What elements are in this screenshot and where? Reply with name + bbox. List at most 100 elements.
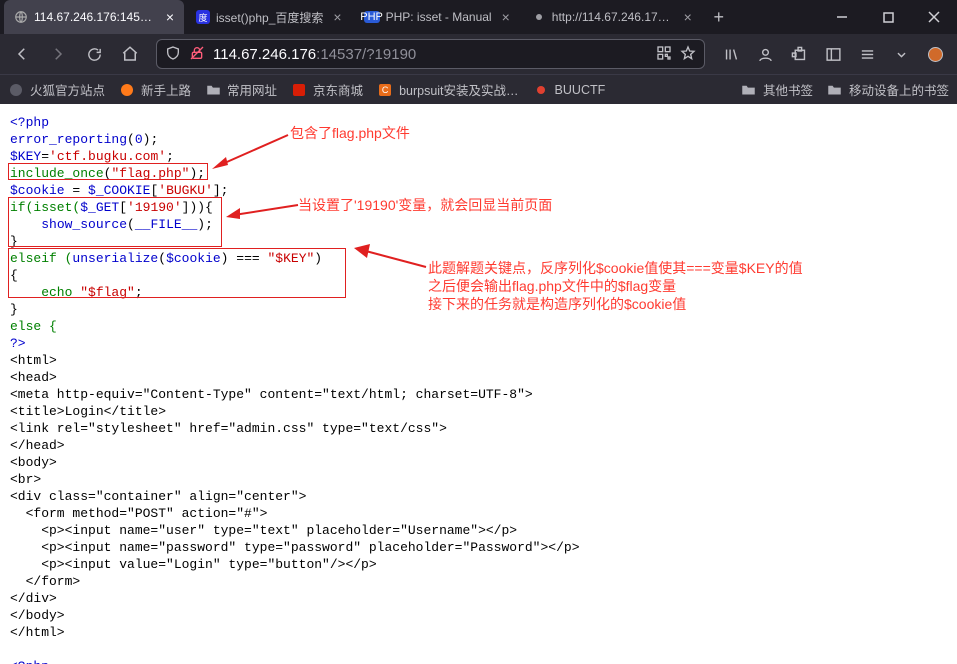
code-line: [10, 641, 951, 658]
code-include: include_once("flag.php");: [10, 165, 951, 182]
menu-icon[interactable]: [851, 38, 883, 70]
firefox-color-icon: [119, 82, 135, 98]
code-line: ?>: [10, 335, 951, 352]
bookmark-label: 火狐官方站点: [30, 80, 105, 99]
globe-icon: [14, 10, 28, 24]
code-line: </div>: [10, 590, 951, 607]
code-line: <link rel="stylesheet" href="admin.css" …: [10, 420, 951, 437]
close-icon[interactable]: ×: [166, 9, 174, 25]
bookmark-item[interactable]: 火狐官方站点: [8, 80, 105, 99]
close-window-button[interactable]: [911, 0, 957, 34]
lock-insecure-icon[interactable]: [189, 45, 205, 64]
bookmark-label: 常用网址: [227, 80, 277, 99]
bookmark-label: BUUCTF: [555, 83, 606, 97]
code-line: error_reporting(0);: [10, 131, 951, 148]
annotation-3-line1: 此题解题关键点，反序列化$cookie值使其===变量$KEY的值: [428, 259, 803, 277]
c-icon: C: [377, 82, 393, 98]
new-tab-button[interactable]: +: [704, 0, 734, 34]
tab-label: http://114.67.246.176:14…: [552, 10, 674, 24]
sidebar-icon[interactable]: [817, 38, 849, 70]
tab-label: isset()php_百度搜索: [216, 9, 323, 26]
forward-button[interactable]: [42, 38, 74, 70]
library-icon[interactable]: [715, 38, 747, 70]
bookmark-label: 京东商城: [313, 80, 363, 99]
bookmark-folder[interactable]: 常用网址: [205, 80, 277, 99]
code-line: show_source(__FILE__);: [10, 216, 951, 233]
maximize-button[interactable]: [865, 0, 911, 34]
folder-icon: [741, 82, 757, 98]
bookmark-label: 其他书签: [763, 80, 813, 99]
overflow-icon[interactable]: [885, 38, 917, 70]
annotation-1: 包含了flag.php文件: [290, 124, 410, 142]
close-icon[interactable]: ×: [684, 9, 692, 25]
extensions-icon[interactable]: [783, 38, 815, 70]
arrow-2: [224, 199, 300, 226]
php-icon: PHP: [364, 11, 380, 23]
code-line: <meta http-equiv="Content-Type" content=…: [10, 386, 951, 403]
firefox-icon: [8, 82, 24, 98]
code-line: <?php: [10, 658, 951, 664]
svg-text:度: 度: [198, 12, 207, 23]
bookmark-folder-other[interactable]: 其他书签: [741, 80, 813, 99]
code-line: <html>: [10, 352, 951, 369]
bookmark-label: 新手上路: [141, 80, 191, 99]
window-titlebar: 114.67.246.176:14537/?1… × 度 isset()php_…: [0, 0, 957, 34]
code-line: <p><input name="user" type="text" placeh…: [10, 522, 951, 539]
close-icon[interactable]: ×: [502, 9, 510, 25]
code-line: $KEY='ctf.bugku.com';: [10, 148, 951, 165]
folder-icon: [827, 82, 843, 98]
arrow-1: [210, 132, 290, 177]
baidu-icon: 度: [196, 10, 210, 24]
annotation-3: 此题解题关键点，反序列化$cookie值使其===变量$KEY的值 之后便会输出…: [428, 259, 803, 313]
url-bar[interactable]: 114.67.246.176:14537/?19190: [156, 39, 705, 69]
code-line: <p><input name="password" type="password…: [10, 539, 951, 556]
code-line: <title>Login</title>: [10, 403, 951, 420]
code-line: <?php: [10, 114, 951, 131]
bookmark-label: burpsuit安装及实战…: [399, 80, 518, 99]
bookmarks-bar: 火狐官方站点 新手上路 常用网址 京东商城 Cburpsuit安装及实战… BU…: [0, 74, 957, 104]
back-button[interactable]: [6, 38, 38, 70]
bookmark-item[interactable]: 新手上路: [119, 80, 191, 99]
home-button[interactable]: [114, 38, 146, 70]
tab-strip: 114.67.246.176:14537/?1… × 度 isset()php_…: [0, 0, 819, 34]
tab-1[interactable]: 114.67.246.176:14537/?1… ×: [4, 0, 184, 34]
code-line: </body>: [10, 607, 951, 624]
code-line: }: [10, 233, 951, 250]
account-icon[interactable]: [749, 38, 781, 70]
url-host: 114.67.246.176: [213, 46, 316, 63]
url-rest: :14537/?19190: [316, 46, 416, 63]
folder-icon: [205, 82, 221, 98]
bookmark-item[interactable]: Cburpsuit安装及实战…: [377, 80, 518, 99]
shield-icon[interactable]: [165, 45, 181, 64]
tab-2[interactable]: 度 isset()php_百度搜索 ×: [186, 0, 352, 34]
minimize-button[interactable]: [819, 0, 865, 34]
code-line: <form method="POST" action="#">: [10, 505, 951, 522]
code-line: <p><input value="Login" type="button"/><…: [10, 556, 951, 573]
window-controls: [819, 0, 957, 34]
tab-label: 114.67.246.176:14537/?1…: [34, 10, 156, 24]
bookmark-item[interactable]: BUUCTF: [533, 82, 606, 98]
tab-3[interactable]: PHP PHP: isset - Manual ×: [354, 0, 520, 34]
close-icon[interactable]: ×: [333, 9, 341, 25]
tab-4[interactable]: http://114.67.246.176:14… ×: [522, 0, 702, 34]
tab-label: PHP: isset - Manual: [386, 10, 492, 24]
code-line: </form>: [10, 573, 951, 590]
ext1-icon[interactable]: [919, 38, 951, 70]
bookmark-item[interactable]: 京东商城: [291, 80, 363, 99]
reload-button[interactable]: [78, 38, 110, 70]
bookmark-star-icon[interactable]: [680, 45, 696, 64]
arrow-3: [352, 242, 428, 279]
toolbar-right: [715, 38, 951, 70]
code-line: <body>: [10, 454, 951, 471]
code-line: </head>: [10, 437, 951, 454]
url-text[interactable]: 114.67.246.176:14537/?19190: [213, 46, 648, 63]
qr-icon[interactable]: [656, 45, 672, 64]
code-line: <div class="container" align="center">: [10, 488, 951, 505]
red-dot-icon: [533, 82, 549, 98]
nav-toolbar: 114.67.246.176:14537/?19190: [0, 34, 957, 74]
annotation-3-line3: 接下来的任务就是构造序列化的$cookie值: [428, 295, 803, 313]
bookmark-label: 移动设备上的书签: [849, 80, 949, 99]
code-line: <head>: [10, 369, 951, 386]
jd-icon: [291, 82, 307, 98]
bookmark-folder-mobile[interactable]: 移动设备上的书签: [827, 80, 949, 99]
